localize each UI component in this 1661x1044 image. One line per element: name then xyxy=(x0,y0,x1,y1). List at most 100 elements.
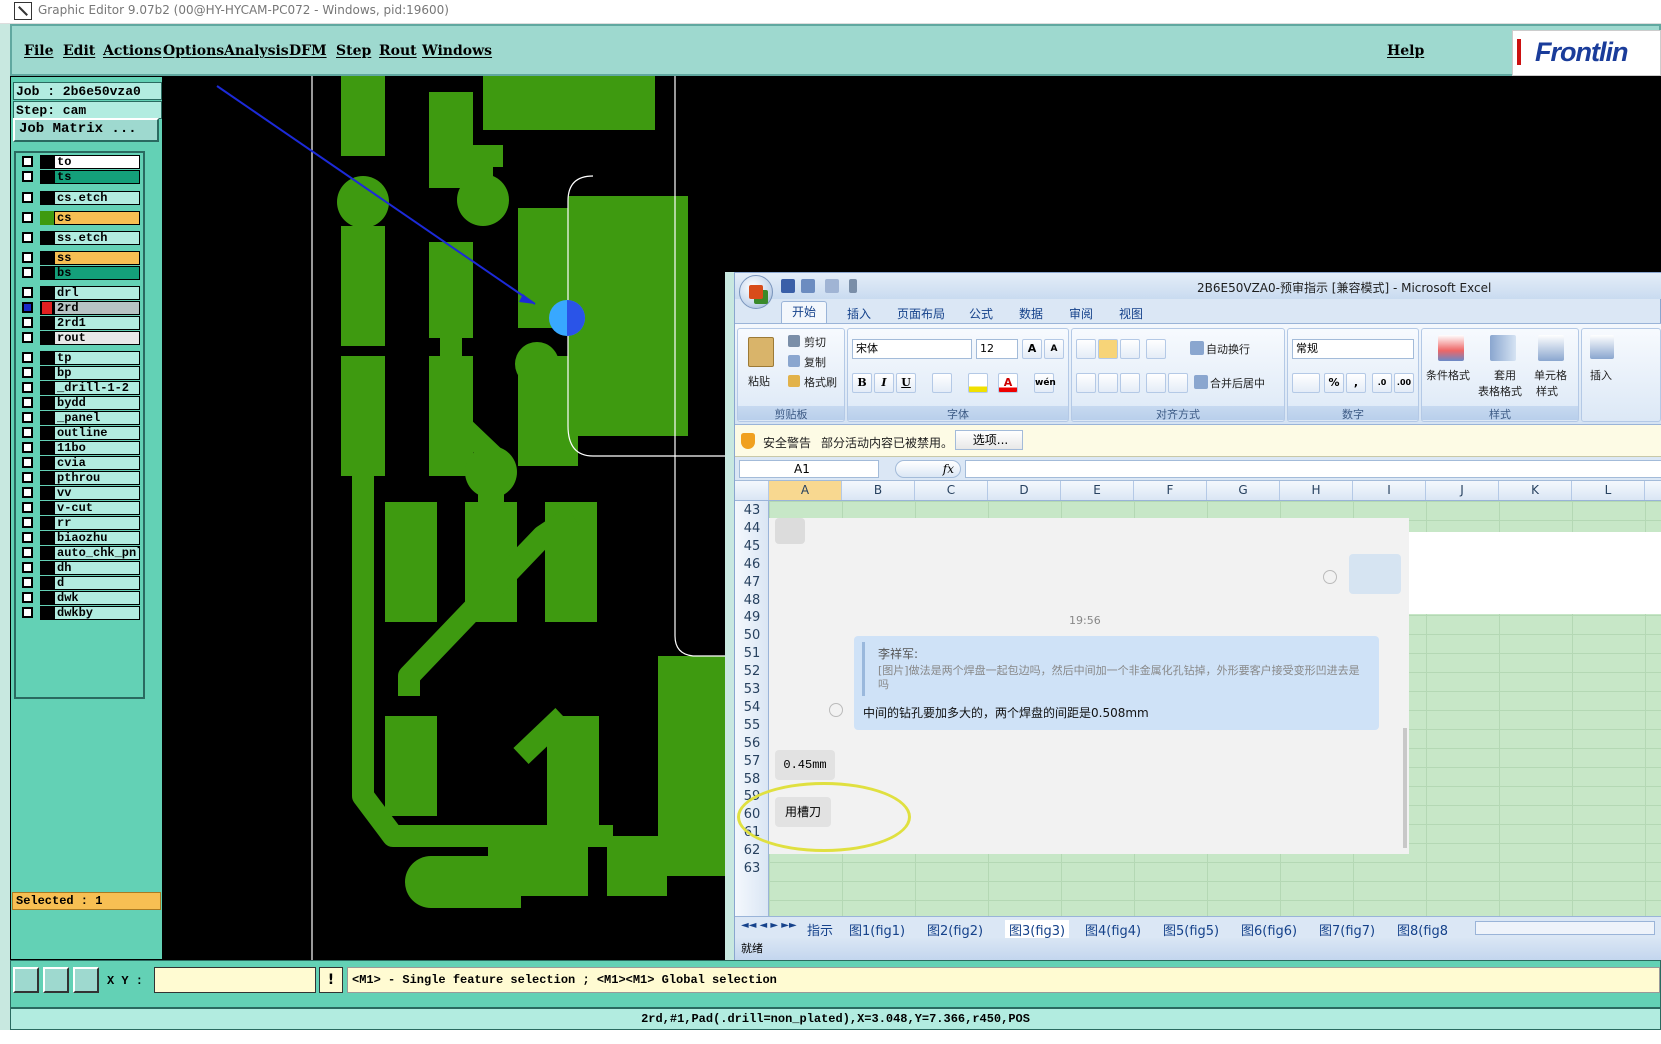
layer-name[interactable]: bs xyxy=(54,266,140,280)
table-format-line1[interactable]: 套用 xyxy=(1494,367,1516,383)
row-header[interactable]: 43 xyxy=(735,501,769,520)
job-matrix-button[interactable]: Job Matrix ... xyxy=(13,118,159,142)
row-header[interactable]: 63 xyxy=(735,859,769,878)
layer-row-d[interactable]: d xyxy=(18,576,142,590)
sheet-tab[interactable]: 图8(fig8 xyxy=(1397,920,1448,939)
layer-checkbox[interactable] xyxy=(22,577,33,588)
menu-windows[interactable]: Windows xyxy=(422,43,492,59)
zoom-window-icon[interactable] xyxy=(13,967,39,993)
paste-button[interactable]: 粘贴 xyxy=(748,373,770,389)
insert-cells-button[interactable]: 插入 xyxy=(1590,367,1612,383)
col-a[interactable]: A xyxy=(769,481,842,500)
layer-name[interactable]: tp xyxy=(54,351,140,365)
layer-row-v-cut[interactable]: v-cut xyxy=(18,501,142,515)
layer-row-2rd[interactable]: 2rd xyxy=(18,301,142,315)
bold-button[interactable]: B xyxy=(852,373,872,393)
row-header[interactable]: 57 xyxy=(735,752,769,771)
layer-checkbox[interactable] xyxy=(22,427,33,438)
layer-row-ts[interactable]: ts xyxy=(18,170,142,184)
sheet-tab-active[interactable]: 图3(fig3) xyxy=(1005,920,1070,939)
sheet-tab[interactable]: 图6(fig6) xyxy=(1241,920,1297,939)
sheet-tab[interactable]: 图7(fig7) xyxy=(1319,920,1375,939)
layer-checkbox[interactable] xyxy=(22,412,33,423)
layer-row-panel[interactable]: _panel xyxy=(18,411,142,425)
layer-name[interactable]: to xyxy=(54,155,140,169)
layer-row-biaozhu[interactable]: biaozhu xyxy=(18,531,142,545)
layer-checkbox[interactable] xyxy=(22,592,33,603)
layer-checkbox[interactable] xyxy=(22,367,33,378)
layer-checkbox[interactable] xyxy=(22,562,33,573)
fx-icon[interactable]: fx xyxy=(895,460,961,478)
layer-row-auto-chk-pnl[interactable]: auto_chk_pnl xyxy=(18,546,142,560)
copy-button[interactable]: 复制 xyxy=(804,354,826,370)
layer-row-drill-1-2[interactable]: _drill-1-2 xyxy=(18,381,142,395)
layer-row-bydd[interactable]: bydd xyxy=(18,396,142,410)
row-header[interactable]: 55 xyxy=(735,716,769,735)
layer-checkbox[interactable] xyxy=(22,352,33,363)
conditional-format-button[interactable]: 条件格式 xyxy=(1426,367,1470,383)
col-e[interactable]: E xyxy=(1061,481,1134,500)
cell-styles-line1[interactable]: 单元格 xyxy=(1534,367,1567,383)
format-painter-button[interactable]: 格式刷 xyxy=(804,374,837,390)
menu-step[interactable]: Step xyxy=(336,43,371,59)
layer-name[interactable]: cvia xyxy=(54,456,140,470)
row-header[interactable]: 53 xyxy=(735,680,769,699)
layer-checkbox[interactable] xyxy=(22,382,33,393)
decrease-indent-icon[interactable] xyxy=(1146,373,1166,393)
menu-dfm[interactable]: DFM xyxy=(289,43,327,59)
layer-name[interactable]: _panel xyxy=(54,411,140,425)
layer-checkbox[interactable] xyxy=(22,487,33,498)
layer-checkbox[interactable] xyxy=(22,517,33,528)
grid-icon[interactable] xyxy=(73,967,99,993)
layer-row-pthrou[interactable]: pthrou xyxy=(18,471,142,485)
layer-row-cs-etch[interactable]: cs.etch xyxy=(18,191,142,205)
layer-checkbox[interactable] xyxy=(22,532,33,543)
decrease-decimal-icon[interactable]: .00 xyxy=(1394,373,1414,393)
customize-chevron-icon[interactable] xyxy=(849,279,857,293)
row-header[interactable]: 62 xyxy=(735,841,769,860)
layer-name[interactable]: rr xyxy=(54,516,140,530)
layer-row-cvia[interactable]: cvia xyxy=(18,456,142,470)
layer-row-vv[interactable]: vv xyxy=(18,486,142,500)
number-format-select[interactable]: 常规 xyxy=(1292,339,1414,359)
align-middle-icon[interactable] xyxy=(1098,339,1118,359)
col-d[interactable]: D xyxy=(988,481,1061,500)
options-button[interactable]: 选项... xyxy=(955,430,1023,450)
increase-indent-icon[interactable] xyxy=(1168,373,1188,393)
comma-button[interactable]: , xyxy=(1346,373,1366,393)
align-right-icon[interactable] xyxy=(1120,373,1140,393)
layer-row-bp[interactable]: bp xyxy=(18,366,142,380)
percent-button[interactable]: % xyxy=(1324,373,1344,393)
layer-checkbox[interactable] xyxy=(22,442,33,453)
layer-row-dh[interactable]: dh xyxy=(18,561,142,575)
sheet-tab[interactable]: 图2(fig2) xyxy=(927,920,983,939)
layer-name[interactable]: d xyxy=(54,576,140,590)
row-header[interactable]: 45 xyxy=(735,537,769,556)
sheet-tab[interactable]: 图1(fig1) xyxy=(849,920,905,939)
menu-rout[interactable]: Rout xyxy=(379,43,417,59)
phonetic-icon[interactable]: wén xyxy=(1034,373,1056,393)
menu-file[interactable]: File xyxy=(24,43,53,59)
layer-checkbox[interactable] xyxy=(22,332,33,343)
tab-insert[interactable]: 插入 xyxy=(847,305,871,322)
font-size-select[interactable]: 12 xyxy=(976,339,1018,359)
layer-row-bs[interactable]: bs xyxy=(18,266,142,280)
col-b[interactable]: B xyxy=(842,481,915,500)
italic-button[interactable]: I xyxy=(874,373,894,393)
row-header[interactable]: 46 xyxy=(735,555,769,574)
row-header[interactable]: 58 xyxy=(735,770,769,789)
layer-checkbox[interactable] xyxy=(22,232,33,243)
align-left-icon[interactable] xyxy=(1076,373,1096,393)
grow-font-icon[interactable]: A xyxy=(1022,339,1042,359)
row-header[interactable]: 47 xyxy=(735,573,769,592)
layer-name[interactable]: _drill-1-2 xyxy=(54,381,140,395)
layer-checkbox[interactable] xyxy=(22,212,33,223)
layer-checkbox[interactable] xyxy=(22,267,33,278)
layer-row-ss[interactable]: ss xyxy=(18,251,142,265)
sheet-tab[interactable]: 图4(fig4) xyxy=(1085,920,1141,939)
layer-name[interactable]: v-cut xyxy=(54,501,140,515)
layer-row-dwkby[interactable]: dwkby xyxy=(18,606,142,620)
merge-center-button[interactable]: 合并后居中 xyxy=(1210,375,1265,391)
menu-analysis[interactable]: Analysis xyxy=(224,43,289,59)
layer-row-cs[interactable]: cs xyxy=(18,211,142,225)
